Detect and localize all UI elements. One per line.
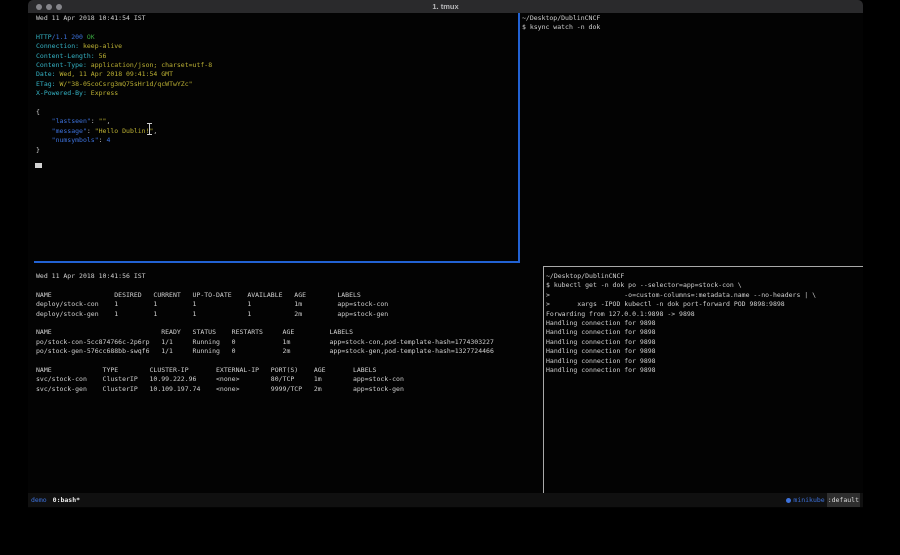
zoom-button[interactable] — [56, 4, 62, 10]
pane-http-response[interactable]: Wed 11 Apr 2018 10:41:54 IST HTTP/1.1 20… — [36, 14, 212, 155]
kube-status: minikube :default — [786, 493, 860, 507]
mouse-text-cursor-icon — [146, 123, 153, 135]
pane-ksync-watch[interactable]: ~/Desktop/DublinCNCF $ ksync watch -n do… — [522, 14, 600, 33]
pane-divider-vertical-bottom[interactable] — [543, 266, 544, 493]
pane-divider-horizontal-left[interactable] — [34, 261, 520, 263]
window-title: 1. tmux — [28, 2, 863, 11]
close-button[interactable] — [36, 4, 42, 10]
window-tab[interactable]: 0:bash* — [53, 493, 80, 507]
kube-namespace: :default — [827, 493, 860, 507]
window-controls — [36, 4, 62, 10]
kubernetes-icon — [786, 498, 791, 503]
title-bar: 1. tmux — [28, 0, 863, 13]
pane-divider-vertical-top[interactable] — [518, 13, 520, 263]
terminal-cursor — [35, 163, 42, 168]
desktop: { "window": { "title": "1. tmux" }, "col… — [0, 0, 900, 555]
pane-kubectl-get[interactable]: Wed 11 Apr 2018 10:41:56 IST NAME DESIRE… — [36, 272, 494, 394]
terminal-window: 1. tmux Wed 11 Apr 2018 10:41:54 IST HTT… — [28, 0, 863, 508]
tmux-status-bar: demo 0:bash* minikube :default — [28, 493, 863, 507]
kube-context: minikube — [793, 493, 824, 507]
pane-port-forward[interactable]: ~/Desktop/DublinCNCF $ kubectl get -n do… — [546, 272, 816, 375]
session-name: demo — [31, 493, 47, 507]
pane-divider-horizontal-right[interactable] — [543, 266, 863, 267]
minimize-button[interactable] — [46, 4, 52, 10]
